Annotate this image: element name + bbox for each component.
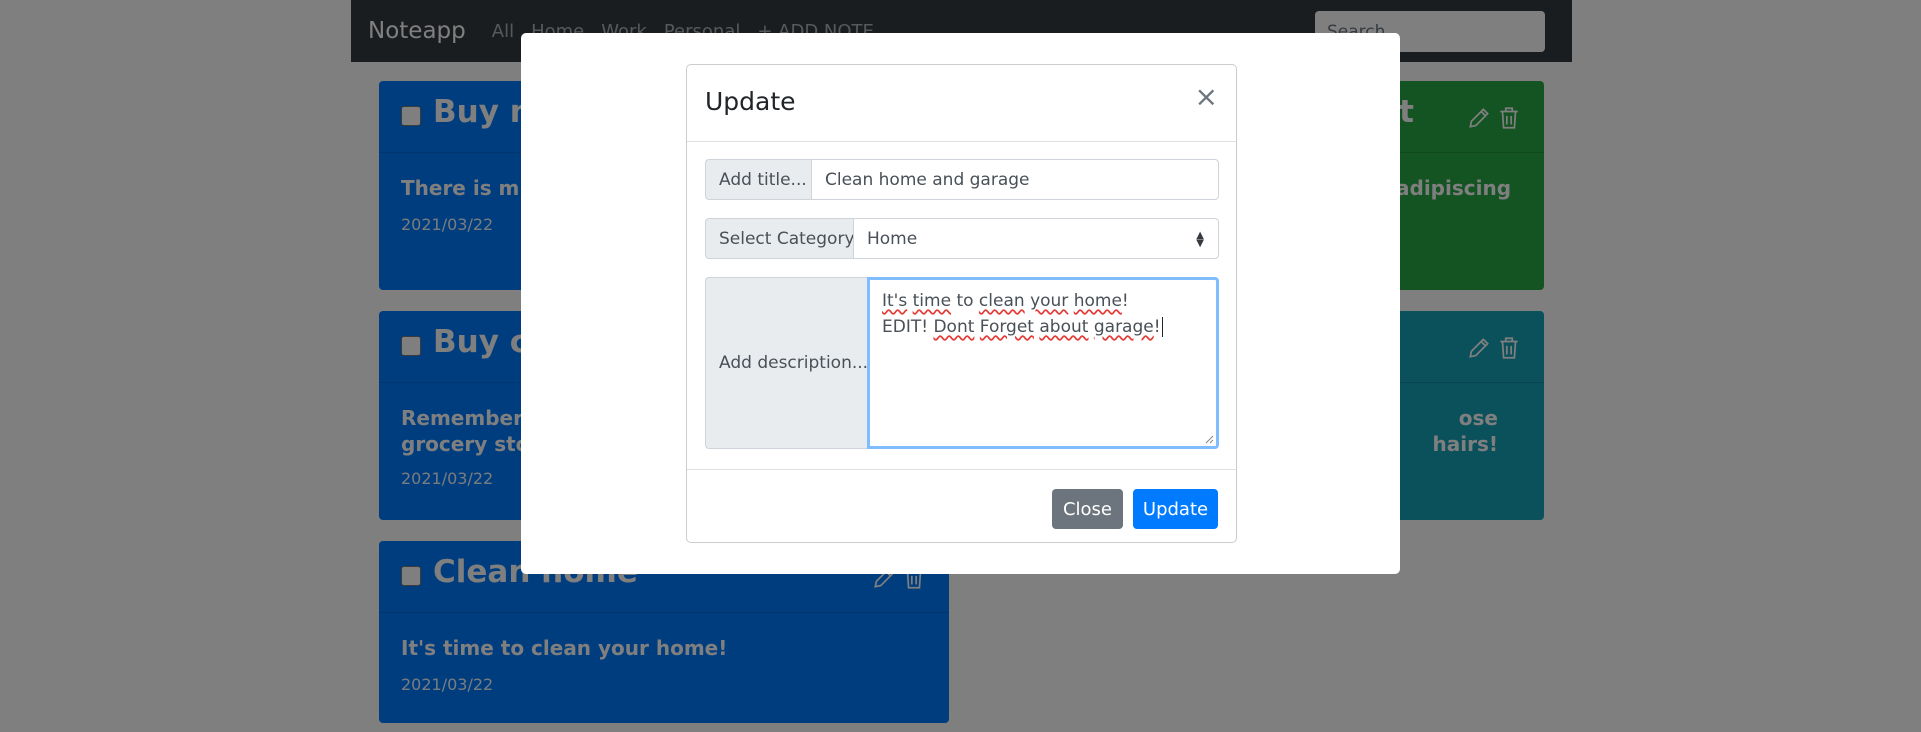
modal-title: Update [705,87,796,116]
title-input-group: Add title... Clean home and garage [705,159,1219,200]
resize-handle-icon[interactable] [1204,434,1214,444]
update-button[interactable]: Update [1133,489,1218,529]
text-cursor [1161,317,1163,337]
close-icon[interactable]: × [1195,83,1218,111]
update-modal: Update × Add title... Clean home and gar… [686,64,1237,543]
title-input-label: Add title... [705,159,811,200]
description-word: garage [1093,317,1154,337]
close-button[interactable]: Close [1052,489,1123,529]
title-input[interactable]: Clean home and garage [811,159,1219,200]
description-word: time [912,291,952,311]
select-arrows-icon: ▲ ▼ [1196,230,1204,249]
description-label: Add description... [705,277,868,449]
description-line-2: EDIT! Dont Forget about garage! [882,314,1204,340]
description-word: Forget [979,317,1034,337]
description-word: It's [882,291,908,311]
description-textarea[interactable]: It's time to clean your home! EDIT! Dont… [867,277,1219,449]
category-select[interactable]: Home ▲ ▼ [853,218,1219,259]
category-select-value: Home [867,228,918,249]
description-word: clean [978,291,1025,311]
description-word: ! [1121,291,1129,311]
modal-footer: Close Update [687,470,1236,544]
category-select-label: Select Category [705,218,855,259]
modal-header: Update × [687,65,1236,142]
description-word: ! [1153,317,1161,337]
description-word: your [1030,291,1069,311]
description-word: home [1073,291,1122,311]
description-word: to [951,291,979,311]
description-line-1: It's time to clean your home! [882,288,1204,314]
modal-body: Add title... Clean home and garage Selec… [687,142,1236,470]
description-input-group: Add description... It's time to clean yo… [705,277,1219,449]
description-word: EDIT! [882,317,934,337]
description-word: about [1039,317,1089,337]
category-input-group: Select Category Home ▲ ▼ [705,218,1219,259]
description-word: Dont [933,317,975,337]
